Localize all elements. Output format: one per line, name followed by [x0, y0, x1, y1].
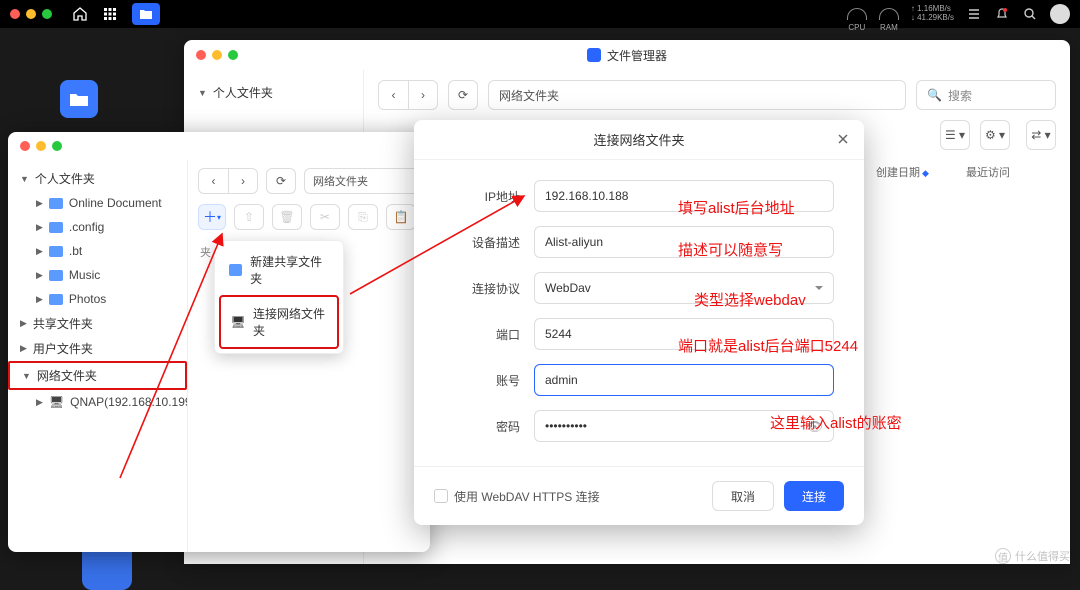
watermark-icon: 值: [995, 548, 1011, 564]
pass-label: 密码: [444, 418, 534, 435]
cancel-button[interactable]: 取消: [712, 481, 774, 511]
path-input[interactable]: 网络文件夹: [488, 80, 906, 110]
port-label: 端口: [444, 326, 534, 343]
show-password-icon[interactable]: 👁: [806, 419, 823, 435]
apps-icon[interactable]: [102, 6, 118, 22]
user-input[interactable]: admin: [534, 364, 834, 396]
user-label: 账号: [444, 372, 534, 389]
minimize-dot[interactable]: [36, 141, 46, 151]
refresh-button[interactable]: ⟳: [266, 168, 296, 194]
port-input[interactable]: 5244: [534, 318, 834, 350]
watermark: 值 什么值得买: [995, 548, 1070, 564]
copy-button[interactable]: ⎘: [348, 204, 378, 230]
folder-icon: [49, 270, 63, 281]
folder-icon: [49, 246, 63, 257]
window-controls[interactable]: [20, 141, 62, 151]
search-input[interactable]: 🔍搜索: [916, 80, 1056, 110]
minimize-dot[interactable]: [26, 9, 36, 19]
search-icon: 🔍: [927, 88, 942, 102]
view-toggle-button[interactable]: ☰ ▾: [940, 120, 970, 150]
sidebar-section-network[interactable]: ▼网络文件夹: [8, 361, 187, 390]
connect-network-folder-dialog: 连接网络文件夹 IP地址 192.168.10.188 设备描述 Alist-a…: [414, 120, 864, 525]
connect-button[interactable]: 连接: [784, 481, 844, 511]
window-titlebar: [8, 132, 430, 160]
desktop-folder-icon[interactable]: [60, 80, 98, 118]
folder-icon: [49, 294, 63, 305]
user-avatar[interactable]: [1050, 4, 1070, 24]
system-topbar: CPU RAM ↑ 1.16MB/s ↓ 41.29KB/s: [0, 0, 1080, 28]
sidebar-item-config[interactable]: ▶.config: [8, 215, 187, 239]
desc-input[interactable]: Alist-aliyun: [534, 226, 834, 258]
folder-icon: [49, 198, 63, 209]
cpu-gauge: CPU: [847, 8, 867, 20]
window-controls[interactable]: [196, 50, 238, 60]
sidebar-item-online-document[interactable]: ▶Online Document: [8, 191, 187, 215]
notification-icon[interactable]: [994, 6, 1010, 22]
network-stats: ↑ 1.16MB/s ↓ 41.29KB/s: [911, 5, 954, 23]
folder-icon: [49, 222, 63, 233]
nav-forward-button[interactable]: ›: [408, 80, 438, 110]
dialog-title: 连接网络文件夹: [414, 120, 864, 160]
upload-button[interactable]: ⇧: [234, 204, 264, 230]
path-input[interactable]: 网络文件夹: [304, 168, 420, 194]
sidebar-section-shared[interactable]: ▶共享文件夹: [8, 311, 187, 336]
more-button[interactable]: ⇄ ▾: [1026, 120, 1056, 150]
close-dot[interactable]: [10, 9, 20, 19]
maximize-dot[interactable]: [228, 50, 238, 60]
sidebar-section-personal[interactable]: ▼个人文件夹: [184, 80, 363, 105]
sidebar-item-photos[interactable]: ▶Photos: [8, 287, 187, 311]
close-dot[interactable]: [196, 50, 206, 60]
window-controls[interactable]: [10, 9, 52, 19]
add-button[interactable]: ＋▾: [198, 204, 226, 230]
ip-label: IP地址: [444, 188, 534, 205]
settings-button[interactable]: ⚙ ▾: [980, 120, 1010, 150]
col-created[interactable]: 创建日期◆: [876, 164, 966, 180]
close-dot[interactable]: [20, 141, 30, 151]
nav-buttons: ‹ ›: [198, 168, 258, 194]
app-icon: [587, 48, 601, 62]
menu-new-shared-folder[interactable]: 新建共享文件夹: [219, 245, 339, 295]
nav-buttons: ‹ ›: [378, 80, 438, 110]
maximize-dot[interactable]: [42, 9, 52, 19]
monitor-icon: 🖥: [231, 315, 245, 329]
ram-gauge: RAM: [879, 8, 899, 20]
refresh-button[interactable]: ⟳: [448, 80, 478, 110]
nav-back-button[interactable]: ‹: [378, 80, 408, 110]
sidebar-section-user[interactable]: ▶用户文件夹: [8, 336, 187, 361]
pass-input[interactable]: ••••••••••👁: [534, 410, 834, 442]
proto-select[interactable]: WebDav: [534, 272, 834, 304]
sidebar-section-personal[interactable]: ▼个人文件夹: [8, 166, 187, 191]
desc-label: 设备描述: [444, 234, 534, 251]
minimize-dot[interactable]: [212, 50, 222, 60]
ip-input[interactable]: 192.168.10.188: [534, 180, 834, 212]
sidebar-item-qnap[interactable]: ▶🖥QNAP(192.168.10.199): [8, 390, 187, 414]
proto-label: 连接协议: [444, 280, 534, 297]
delete-button[interactable]: 🗑: [272, 204, 302, 230]
shared-folder-icon: [229, 264, 242, 276]
add-context-menu: 新建共享文件夹 🖥 连接网络文件夹: [214, 240, 344, 354]
secondary-sidebar: ▼个人文件夹 ▶Online Document ▶.config ▶.bt ▶M…: [8, 160, 188, 552]
dialog-close-button[interactable]: [836, 132, 850, 146]
sidebar-item-music[interactable]: ▶Music: [8, 263, 187, 287]
search-icon[interactable]: [1022, 6, 1038, 22]
window-titlebar: 文件管理器: [184, 40, 1070, 70]
col-accessed[interactable]: 最近访问: [966, 164, 1056, 180]
home-icon[interactable]: [72, 6, 88, 22]
maximize-dot[interactable]: [52, 141, 62, 151]
menu-connect-network-folder[interactable]: 🖥 连接网络文件夹: [219, 295, 339, 349]
monitor-icon: 🖥: [49, 395, 64, 409]
sidebar-item-bt[interactable]: ▶.bt: [8, 239, 187, 263]
checkbox-icon: [434, 489, 448, 503]
file-manager-dock-icon[interactable]: [132, 3, 160, 25]
window-title: 文件管理器: [607, 47, 667, 64]
nav-back-button[interactable]: ‹: [198, 168, 228, 194]
nav-forward-button[interactable]: ›: [228, 168, 258, 194]
settings-icon[interactable]: [966, 6, 982, 22]
https-checkbox[interactable]: 使用 WebDAV HTTPS 连接: [434, 488, 600, 505]
cut-button[interactable]: ✂: [310, 204, 340, 230]
paste-button[interactable]: 📋: [386, 204, 416, 230]
